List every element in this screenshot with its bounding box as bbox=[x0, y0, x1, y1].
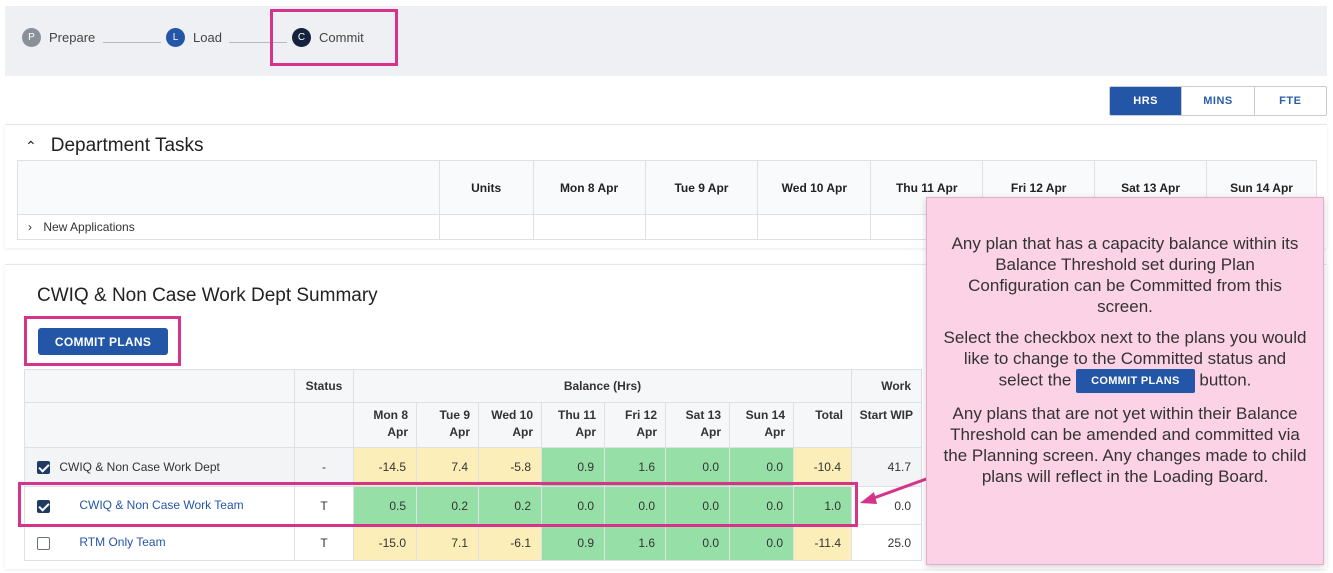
step-prepare-badge: P bbox=[22, 28, 41, 47]
department-tasks-title: Department Tasks bbox=[50, 135, 204, 156]
balance-cell: -5.8 bbox=[478, 447, 542, 487]
tooltip-paragraph: Any plans that are not yet within their … bbox=[943, 404, 1307, 486]
step-load-badge: L bbox=[166, 28, 185, 47]
cell bbox=[438, 214, 534, 240]
column-header-status: Status bbox=[294, 369, 354, 403]
column-header-day: Thu 11 Apr bbox=[541, 402, 605, 448]
tooltip-text: button. bbox=[1199, 370, 1252, 390]
highlight-team-row bbox=[18, 482, 858, 527]
column-header-day: Sat 13 Apr bbox=[665, 402, 730, 448]
highlight-commit-button bbox=[24, 316, 181, 366]
cell bbox=[532, 214, 646, 240]
plan-name: CWIQ & Non Case Work Dept bbox=[59, 459, 220, 474]
unit-mins-button[interactable]: MINS bbox=[1182, 87, 1255, 115]
plan-checkbox[interactable] bbox=[37, 461, 50, 475]
balance-cell: 7.4 bbox=[416, 447, 479, 487]
column-header: Wed 10 Apr bbox=[757, 160, 872, 215]
balance-cell: 0.0 bbox=[729, 447, 794, 487]
total-cell: -10.4 bbox=[793, 447, 852, 487]
column-header-day: Fri 12 Apr bbox=[604, 402, 666, 448]
unit-toggle: HRS MINS FTE bbox=[1109, 86, 1327, 116]
step-load[interactable]: L Load bbox=[166, 28, 222, 47]
row-label-cell: › New Applications bbox=[17, 214, 440, 240]
table-row[interactable]: RTM Only Team T -15.0 7.1 -6.1 0.9 1.6 0… bbox=[24, 524, 922, 561]
chevron-right-icon[interactable]: › bbox=[28, 220, 32, 234]
column-header: Tue 9 Apr bbox=[644, 160, 759, 215]
tooltip-paragraph: Any plan that has a capacity balance wit… bbox=[951, 234, 1299, 316]
tooltip-paragraph: Select the checkbox next to the plans yo… bbox=[943, 327, 1307, 393]
balance-cell: 0.0 bbox=[729, 524, 794, 561]
balance-cell: 0.0 bbox=[665, 447, 730, 487]
column-header: Mon 8 Apr bbox=[532, 160, 646, 215]
plan-checkbox[interactable] bbox=[37, 536, 50, 550]
cell bbox=[757, 214, 872, 240]
start-wip-cell: 25.0 bbox=[851, 524, 922, 561]
column-header-blank bbox=[17, 160, 440, 215]
column-header-work: Work bbox=[851, 369, 922, 403]
help-tooltip: Any plan that has a capacity balance wit… bbox=[926, 197, 1324, 565]
department-tasks-header[interactable]: ⌃ Department Tasks bbox=[25, 135, 204, 157]
balance-cell: -15.0 bbox=[353, 524, 417, 561]
chevron-up-icon[interactable]: ⌃ bbox=[25, 138, 37, 155]
step-prepare-label: Prepare bbox=[49, 30, 96, 45]
unit-hrs-button[interactable]: HRS bbox=[1110, 87, 1183, 115]
step-connector bbox=[103, 42, 161, 43]
balance-cell: -14.5 bbox=[353, 447, 417, 487]
column-header-day: Sun 14 Apr bbox=[729, 402, 794, 448]
total-cell: -11.4 bbox=[793, 524, 852, 561]
balance-cell: 0.9 bbox=[541, 447, 605, 487]
balance-cell: 1.6 bbox=[604, 524, 666, 561]
plan-name-cell: RTM Only Team bbox=[24, 524, 295, 561]
column-header-blank bbox=[24, 369, 295, 403]
balance-cell: 7.1 bbox=[416, 524, 479, 561]
column-header-blank bbox=[294, 402, 354, 448]
plan-name-link[interactable]: RTM Only Team bbox=[79, 535, 165, 549]
balance-cell: 0.9 bbox=[541, 524, 605, 561]
balance-cell: -6.1 bbox=[478, 524, 542, 561]
balance-cell: 0.0 bbox=[665, 524, 730, 561]
step-load-label: Load bbox=[193, 30, 222, 45]
highlight-commit-step bbox=[270, 9, 398, 66]
plan-name-cell: CWIQ & Non Case Work Dept bbox=[24, 447, 295, 487]
cell bbox=[644, 214, 759, 240]
table-row[interactable]: CWIQ & Non Case Work Dept - -14.5 7.4 -5… bbox=[24, 447, 922, 487]
summary-title: CWIQ & Non Case Work Dept Summary bbox=[37, 285, 378, 306]
stepper: P Prepare L Load C Commit bbox=[5, 6, 1327, 76]
column-header-start-wip: Start WIP bbox=[851, 402, 922, 448]
column-header-balance: Balance (Hrs) bbox=[353, 369, 852, 403]
column-header-day: Tue 9 Apr bbox=[416, 402, 479, 448]
step-prepare[interactable]: P Prepare bbox=[22, 28, 95, 47]
column-header-blank bbox=[24, 402, 295, 448]
column-header: Units bbox=[438, 160, 534, 215]
balance-cell: 1.6 bbox=[604, 447, 666, 487]
column-header-day: Wed 10 Apr bbox=[478, 402, 542, 448]
summary-table: Status Balance (Hrs) Work Mon 8 Apr Tue … bbox=[24, 369, 922, 561]
callout-arrow-icon bbox=[860, 476, 930, 504]
unit-fte-button[interactable]: FTE bbox=[1255, 87, 1326, 115]
status-cell: T bbox=[294, 524, 354, 561]
tooltip-commit-plans-button: COMMIT PLANS bbox=[1076, 369, 1195, 393]
row-label: New Applications bbox=[43, 220, 135, 234]
column-header-total: Total bbox=[793, 402, 852, 448]
column-header-day: Mon 8 Apr bbox=[353, 402, 417, 448]
status-cell: - bbox=[294, 447, 354, 487]
